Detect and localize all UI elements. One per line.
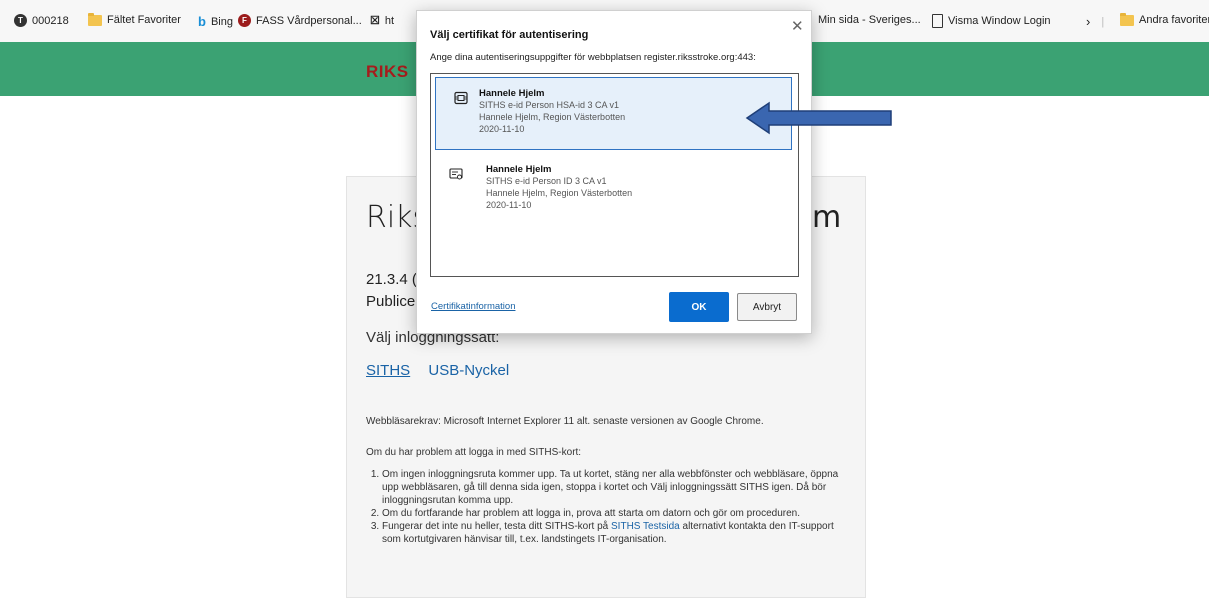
divider: | [1101,15,1105,28]
certificate-name: Hannele Hjelm [486,164,552,175]
certificate-info-link[interactable]: Certifikatinformation [431,301,515,312]
favorite-label: 000218 [32,14,69,27]
favorite-000218[interactable]: T 000218 [14,14,69,27]
favorite-label: FASS Vårdpersonal... [256,14,362,27]
fass-icon: F [238,14,251,27]
certificate-list: Hannele Hjelm SITHS e-id Person HSA-id 3… [430,73,799,277]
site-icon: ☒ [370,15,380,27]
favorite-visma[interactable]: Visma Window Login [932,14,1051,28]
certificate-issuer: SITHS e-id Person ID 3 CA v1 [486,176,607,186]
list-item: Fungerar det inte nu heller, testa ditt … [382,520,846,546]
page-title-end: m [812,200,842,235]
certificate-subject: Hannele Hjelm, Region Västerbotten [479,112,626,122]
more-favorites-chevron[interactable]: › | [1086,14,1104,29]
tumblr-like-icon: T [14,14,27,27]
version-text: 21.3.4 ( [366,271,417,288]
folder-icon [88,12,102,26]
certificate-icon [449,168,463,180]
favorite-label: Min sida - Sveriges... [818,14,921,26]
dialog-title: Välj certifikat för autentisering [430,29,589,41]
favorite-label: ht [384,14,395,27]
page-icon [932,14,943,28]
favorite-fass[interactable]: F FASS Vårdpersonal... [238,14,362,27]
favorite-label: Bing [210,15,233,28]
certificate-name: Hannele Hjelm [479,88,545,99]
published-text: Publice [366,293,416,310]
favorite-andra-favoriter[interactable]: Andra favoriter [1120,12,1209,26]
siths-testsida-link[interactable]: SITHS Testsida [611,521,680,532]
smartcard-chip-icon [454,91,468,105]
certificate-date: 2020-11-10 [479,124,525,134]
certificate-item[interactable]: Hannele Hjelm SITHS e-id Person ID 3 CA … [435,156,790,228]
troubleshooting-list: Om ingen inloggningsruta kommer upp. Ta … [366,468,846,546]
problem-intro: Om du har problem att logga in med SITHS… [366,447,582,458]
chevron-right-icon: › [1086,14,1091,29]
close-icon[interactable]: ✕ [791,17,804,35]
bing-icon: b [198,14,206,29]
favorite-label: Andra favoriter [1139,14,1209,26]
favorite-label: Fältet Favoriter [107,14,181,26]
favorite-label: Visma Window Login [948,15,1051,27]
certificate-issuer: SITHS e-id Person HSA-id 3 CA v1 [479,100,620,110]
certificate-dialog: Välj certifikat för autentisering ✕ Ange… [416,10,812,334]
folder-icon [1120,12,1134,26]
annotation-arrow-icon [745,101,892,135]
login-links: SITHS USB-Nyckel [366,362,523,379]
list-item: Om ingen inloggningsruta kommer upp. Ta … [382,468,846,507]
usb-key-link[interactable]: USB-Nyckel [428,362,509,379]
list-item: Om du fortfarande har problem att logga … [382,507,846,520]
cancel-button[interactable]: Avbryt [737,293,797,321]
certificate-date: 2020-11-10 [486,200,532,210]
ok-button[interactable]: OK [669,292,729,322]
favorite-min-sida[interactable]: Min sida - Sveriges... [818,14,921,26]
site-logo: RIKS [366,62,409,81]
step3-text: Fungerar det inte nu heller, testa ditt … [382,521,612,532]
favorite-faltet-favoriter[interactable]: Fältet Favoriter [88,12,181,26]
favorite-ht[interactable]: ☒ ht [370,14,395,28]
browser-requirements: Webbläsarekrav: Microsoft Internet Explo… [366,416,764,427]
certificate-subject: Hannele Hjelm, Region Västerbotten [486,188,633,198]
siths-link[interactable]: SITHS [366,362,410,379]
certificate-item-selected[interactable]: Hannele Hjelm SITHS e-id Person HSA-id 3… [435,77,792,150]
dialog-subtitle: Ange dina autentiseringsuppgifter för we… [430,52,756,63]
favorite-bing[interactable]: b Bing [198,14,233,29]
